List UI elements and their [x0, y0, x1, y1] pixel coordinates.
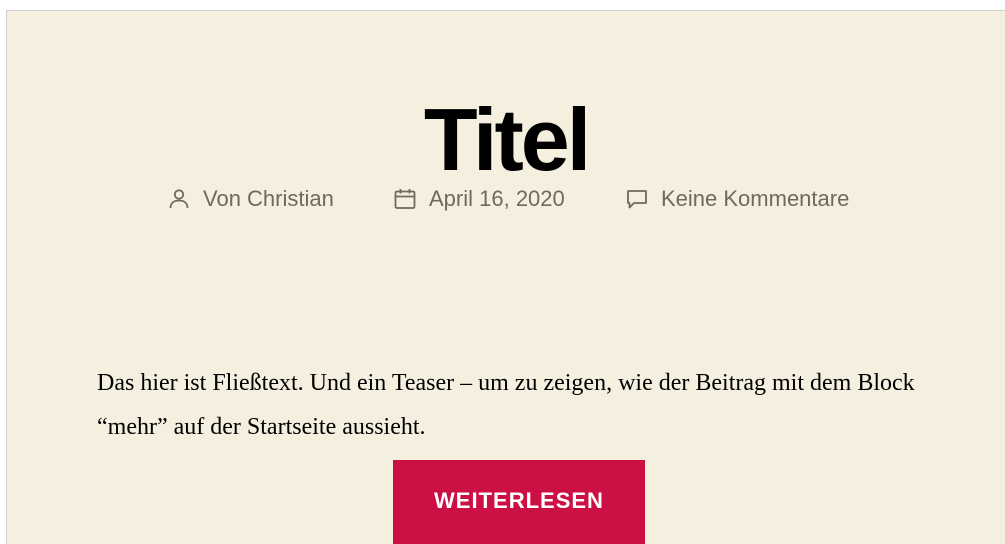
calendar-icon [394, 189, 416, 209]
post-title[interactable]: Titel [7, 90, 1005, 190]
read-more-button[interactable]: WEITERLESEN [393, 460, 645, 544]
post-comments-link[interactable]: Keine Kommentare [661, 186, 849, 212]
post-meta: Von Christian April 16, 2020 Keine Komme… [7, 183, 1005, 215]
post-date-link[interactable]: April 16, 2020 [429, 186, 565, 212]
speech-bubble-icon [627, 190, 647, 209]
post-teaser: Das hier ist Fließtext. Und ein Teaser –… [97, 370, 915, 440]
person-icon [169, 189, 189, 209]
post-author[interactable]: Von Christian [167, 183, 334, 215]
post-card: Titel Von Christian April 16, 2020 Keine… [6, 10, 1005, 544]
post-author-link[interactable]: Von Christian [203, 186, 334, 212]
post-date[interactable]: April 16, 2020 [393, 183, 565, 215]
post-comments[interactable]: Keine Kommentare [625, 183, 849, 215]
